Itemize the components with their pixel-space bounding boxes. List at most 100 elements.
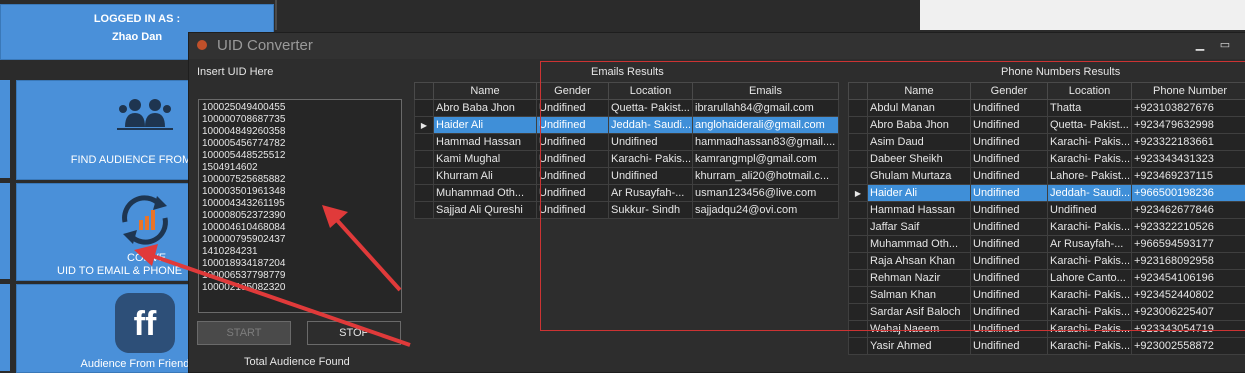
table-row[interactable]: Hammad HassanUndifinedUndifined+92346267… — [849, 202, 1245, 219]
table-cell[interactable]: +923103827676 — [1132, 100, 1245, 117]
table-cell[interactable]: Karachi- Pakis... — [1048, 287, 1132, 304]
table-cell[interactable]: Jaffar Saif — [868, 219, 971, 236]
table-cell[interactable]: Undifined — [609, 134, 693, 151]
table-cell[interactable]: Lahore- Pakist... — [1048, 168, 1132, 185]
table-cell[interactable]: Abro Baba Jhon — [868, 117, 971, 134]
table-row[interactable]: Rehman NazirUndifinedLahore Canto...+923… — [849, 270, 1245, 287]
column-header[interactable]: Phone Number — [1132, 83, 1245, 100]
table-cell[interactable]: +923452440802 — [1132, 287, 1245, 304]
start-button[interactable]: START — [197, 321, 291, 345]
table-cell[interactable]: Karachi- Pakis... — [1048, 253, 1132, 270]
table-row[interactable]: Jaffar SaifUndifinedKarachi- Pakis...+92… — [849, 219, 1245, 236]
table-cell[interactable]: Sajjad Ali Qureshi — [434, 202, 537, 219]
table-cell[interactable]: Raja Ahsan Khan — [868, 253, 971, 270]
table-cell[interactable]: Karachi- Pakis... — [1048, 321, 1132, 338]
table-cell[interactable]: Dabeer Sheikh — [868, 151, 971, 168]
column-header[interactable]: Gender — [971, 83, 1048, 100]
column-header[interactable]: Location — [609, 83, 693, 100]
table-cell[interactable]: Hammad Hassan — [868, 202, 971, 219]
table-cell[interactable]: Undifined — [971, 168, 1048, 185]
table-cell[interactable]: kamrangmpl@gmail.com — [693, 151, 839, 168]
table-cell[interactable]: Undifined — [971, 219, 1048, 236]
table-cell[interactable]: Undifined — [971, 151, 1048, 168]
table-row[interactable]: ▶Haider AliUndifinedJeddah- Saudi...angl… — [415, 117, 839, 134]
table-cell[interactable]: Ghulam Murtaza — [868, 168, 971, 185]
table-cell[interactable]: Hammad Hassan — [434, 134, 537, 151]
table-cell[interactable]: Sukkur- Sindh — [609, 202, 693, 219]
stop-button[interactable]: STOP — [307, 321, 401, 345]
table-cell[interactable]: +966594593177 — [1132, 236, 1245, 253]
table-cell[interactable]: Khurram Ali — [434, 168, 537, 185]
table-cell[interactable]: Wahaj Naeem — [868, 321, 971, 338]
table-cell[interactable]: Karachi- Pakis... — [1048, 151, 1132, 168]
table-row[interactable]: Muhammad Oth...UndifinedAr Rusayfah-...+… — [849, 236, 1245, 253]
table-cell[interactable]: Asim Daud — [868, 134, 971, 151]
table-cell[interactable]: anglohaiderali@gmail.com — [693, 117, 839, 134]
table-cell[interactable]: +923322210526 — [1132, 219, 1245, 236]
table-cell[interactable]: Ar Rusayfah-... — [1048, 236, 1132, 253]
table-row[interactable]: Sajjad Ali QureshiUndifinedSukkur- Sindh… — [415, 202, 839, 219]
minimize-icon[interactable]: ▁ — [1194, 39, 1206, 51]
table-cell[interactable]: Karachi- Pakis... — [1048, 134, 1132, 151]
table-row[interactable]: Hammad HassanUndifinedUndifinedhammadhas… — [415, 134, 839, 151]
table-cell[interactable]: Muhammad Oth... — [868, 236, 971, 253]
table-cell[interactable]: Karachi- Pakis... — [1048, 304, 1132, 321]
table-cell[interactable]: Undifined — [537, 117, 609, 134]
table-cell[interactable]: Undifined — [971, 321, 1048, 338]
table-row[interactable]: Asim DaudUndifinedKarachi- Pakis...+9233… — [849, 134, 1245, 151]
table-cell[interactable]: +923462677846 — [1132, 202, 1245, 219]
table-cell[interactable]: Undifined — [971, 202, 1048, 219]
table-row[interactable]: ▶Haider AliUndifinedJeddah- Saudi...+966… — [849, 185, 1245, 202]
table-cell[interactable]: Undifined — [537, 134, 609, 151]
table-cell[interactable]: Undifined — [971, 253, 1048, 270]
table-cell[interactable]: Thatta — [1048, 100, 1132, 117]
table-row[interactable]: Abro Baba JhonUndifinedQuetta- Pakist...… — [415, 100, 839, 117]
table-row[interactable]: Raja Ahsan KhanUndifinedKarachi- Pakis..… — [849, 253, 1245, 270]
table-cell[interactable]: Abdul Manan — [868, 100, 971, 117]
table-cell[interactable]: +923454106196 — [1132, 270, 1245, 287]
table-cell[interactable]: Undifined — [971, 117, 1048, 134]
table-cell[interactable]: +966500198236 — [1132, 185, 1245, 202]
column-header[interactable]: Location — [1048, 83, 1132, 100]
table-cell[interactable]: khurram_ali20@hotmail.c... — [693, 168, 839, 185]
table-cell[interactable]: hammadhassan83@gmail.... — [693, 134, 839, 151]
column-header[interactable]: Gender — [537, 83, 609, 100]
table-cell[interactable]: +923479632998 — [1132, 117, 1245, 134]
table-row[interactable]: Sardar Asif BalochUndifinedKarachi- Paki… — [849, 304, 1245, 321]
table-cell[interactable]: Yasir Ahmed — [868, 338, 971, 355]
table-row[interactable]: Abro Baba JhonUndifinedQuetta- Pakist...… — [849, 117, 1245, 134]
window-titlebar[interactable]: UID Converter ▁ ▭ — [189, 33, 1245, 59]
table-cell[interactable]: Karachi- Pakis... — [1048, 338, 1132, 355]
column-header[interactable]: Name — [868, 83, 971, 100]
table-cell[interactable]: +923343054719 — [1132, 321, 1245, 338]
table-cell[interactable]: Undifined — [1048, 202, 1132, 219]
table-cell[interactable]: Undifined — [971, 270, 1048, 287]
table-row[interactable]: Dabeer SheikhUndifinedKarachi- Pakis...+… — [849, 151, 1245, 168]
table-cell[interactable]: Undifined — [609, 168, 693, 185]
table-cell[interactable]: Rehman Nazir — [868, 270, 971, 287]
table-cell[interactable]: usman123456@live.com — [693, 185, 839, 202]
table-cell[interactable]: Kami Mughal — [434, 151, 537, 168]
table-cell[interactable]: Undifined — [971, 287, 1048, 304]
table-cell[interactable]: Sardar Asif Baloch — [868, 304, 971, 321]
table-cell[interactable]: sajjadqu24@ovi.com — [693, 202, 839, 219]
table-cell[interactable]: Undifined — [537, 151, 609, 168]
table-cell[interactable]: Karachi- Pakis... — [609, 151, 693, 168]
table-cell[interactable]: Undifined — [971, 185, 1048, 202]
table-cell[interactable]: Jeddah- Saudi... — [1048, 185, 1132, 202]
table-cell[interactable]: +923168092958 — [1132, 253, 1245, 270]
table-cell[interactable]: Ar Rusayfah-... — [609, 185, 693, 202]
table-cell[interactable]: Undifined — [971, 134, 1048, 151]
table-row[interactable]: Wahaj NaeemUndifinedKarachi- Pakis...+92… — [849, 321, 1245, 338]
table-cell[interactable]: +923469237115 — [1132, 168, 1245, 185]
table-row[interactable]: Abdul MananUndifinedThatta+923103827676 — [849, 100, 1245, 117]
table-cell[interactable]: Undifined — [537, 100, 609, 117]
table-cell[interactable]: Undifined — [537, 202, 609, 219]
table-cell[interactable]: Jeddah- Saudi... — [609, 117, 693, 134]
table-row[interactable]: Muhammad Oth...UndifinedAr Rusayfah-...u… — [415, 185, 839, 202]
maximize-icon[interactable]: ▭ — [1219, 39, 1231, 51]
table-cell[interactable]: ibrarullah84@gmail.com — [693, 100, 839, 117]
table-cell[interactable]: Undifined — [537, 168, 609, 185]
table-cell[interactable]: Quetta- Pakist... — [609, 100, 693, 117]
table-cell[interactable]: Muhammad Oth... — [434, 185, 537, 202]
